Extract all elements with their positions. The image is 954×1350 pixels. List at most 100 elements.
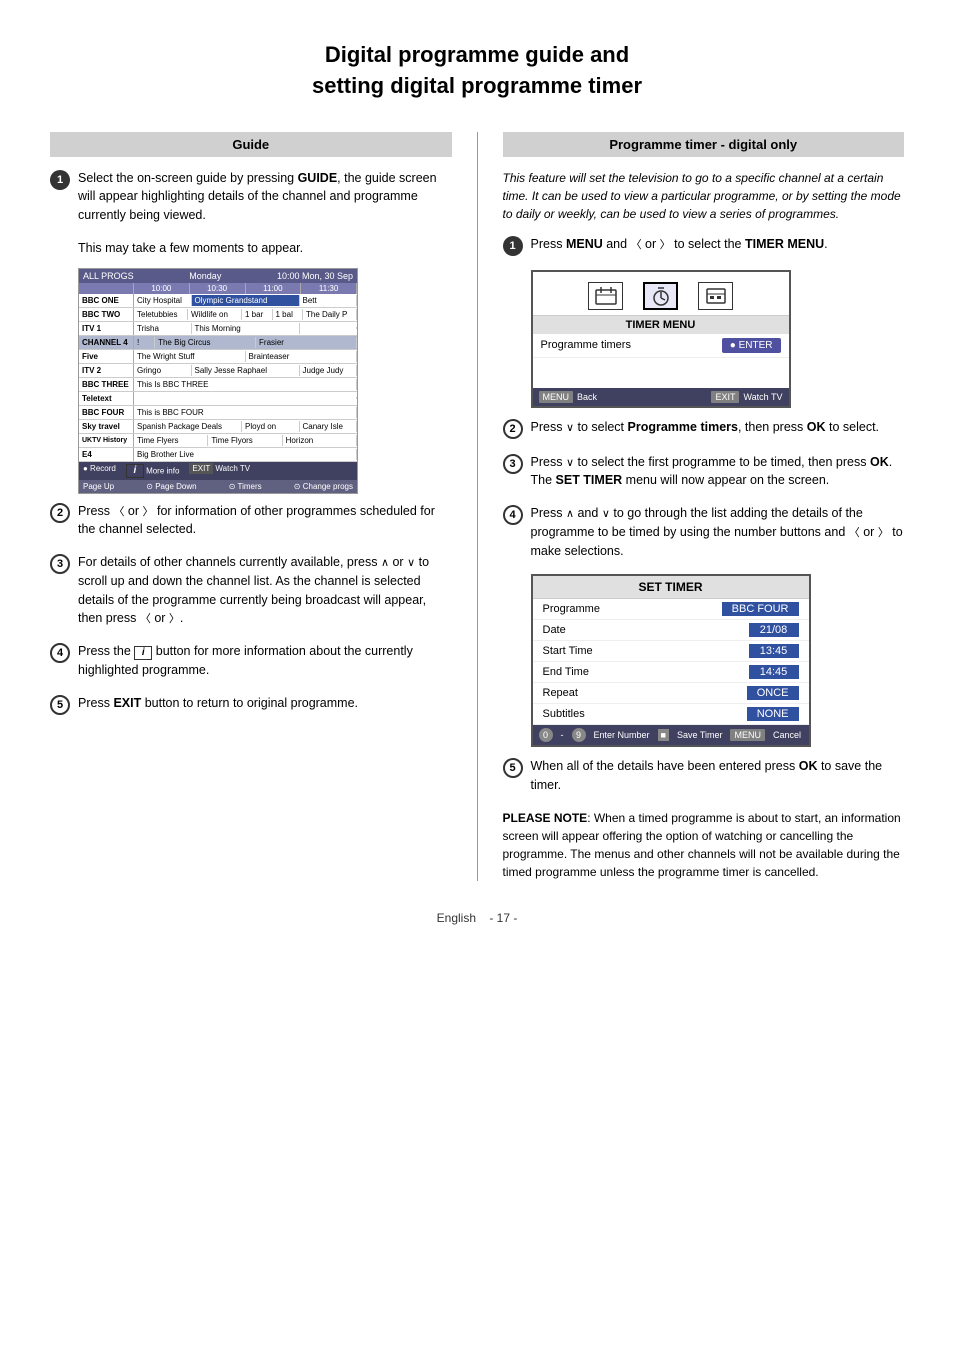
- timer-step-4-content: Press ∧ and ∨ to go through the list add…: [531, 504, 905, 560]
- guide-progs-sky-travel: Spanish Package Deals Ployd on Canary Is…: [134, 420, 357, 433]
- guide-progs-itv1: Trisha This Morning: [134, 322, 357, 335]
- timer-menu-icons: [533, 272, 789, 316]
- guide-prog: City Hospital: [134, 295, 192, 306]
- timer-menu-screenshot: TIMER MENU Programme timers ● ENTER MENU…: [531, 270, 791, 408]
- timer-step-5: 5 When all of the details have been ente…: [503, 757, 905, 795]
- guide-ch-uktv-history: UKTV History: [79, 434, 134, 447]
- menu-cancel-btn: MENU: [730, 729, 765, 741]
- guide-row-itv1: ITV 1 Trisha This Morning: [79, 322, 357, 336]
- guide-prog: Sally Jesse Raphael: [192, 365, 300, 376]
- guide-prog: This is BBC FOUR: [134, 407, 357, 418]
- guide-ch-bbc-four: BBC FOUR: [79, 406, 134, 419]
- guide-changeprogs: ⊙ Change progs: [294, 482, 353, 491]
- chevron-left-sym: 〈: [113, 506, 124, 518]
- guide-prog: Frasier: [256, 337, 357, 348]
- guide-ch-itv2: ITV 2: [79, 364, 134, 377]
- set-timer-row-repeat: Repeat ONCE: [533, 683, 809, 704]
- save-timer-label: Save Timer: [677, 730, 723, 740]
- guide-step-1-indent: This may take a few moments to appear.: [50, 239, 452, 258]
- set-timer-date-value: 21/08: [749, 623, 799, 637]
- guide-progs-e4: Big Brother Live: [134, 448, 357, 461]
- set-timer-starttime-value: 13:45: [749, 644, 799, 658]
- guide-prog: Teletubbies: [134, 309, 188, 320]
- guide-progs-channel4: ! The Big Circus Frasier: [134, 336, 357, 349]
- guide-prog: 1 bal: [273, 309, 304, 320]
- guide-prog: This Is BBC THREE: [134, 379, 357, 390]
- guide-progs-teletext: [134, 392, 357, 405]
- guide-time-2: 10:30: [190, 283, 246, 294]
- guide-ch-col-header: [79, 283, 134, 294]
- guide-step-2: 2 Press 〈 or 〉 for information of other …: [50, 502, 452, 540]
- set-timer-row-date: Date 21/08: [533, 620, 809, 641]
- set-timer-date-label: Date: [543, 624, 566, 636]
- timer-step-5-content: When all of the details have been entere…: [531, 757, 905, 795]
- timer-step-1-num: 1: [503, 236, 523, 256]
- guide-prog: Bett: [300, 295, 358, 306]
- timer-footer-watch-label: Watch TV: [743, 392, 782, 402]
- chevron-left-timer-4: 〈: [849, 527, 860, 539]
- guide-step-3: 3 For details of other channels currentl…: [50, 553, 452, 628]
- timer-step-5-num: 5: [503, 758, 523, 778]
- set-timer-footer: 0 - 9 Enter Number ■ Save Timer MENU Can…: [533, 725, 809, 745]
- chevron-right-sym: 〉: [143, 506, 154, 518]
- set-timer-endtime-value: 14:45: [749, 665, 799, 679]
- timer-icon-3: [698, 282, 733, 310]
- guide-prog: Big Brother Live: [134, 449, 357, 460]
- timer-step-4-num: 4: [503, 505, 523, 525]
- timer-menu-footer: MENU Back EXIT Watch TV: [533, 388, 789, 406]
- exit-btn-label: EXIT: [711, 391, 739, 403]
- guide-row-bbc-two: BBC TWO Teletubbies Wildlife on 1 bar 1 …: [79, 308, 357, 322]
- set-timer-row-endtime: End Time 14:45: [533, 662, 809, 683]
- column-divider: [477, 132, 478, 881]
- step-1-content: Select the on-screen guide by pressing G…: [78, 169, 452, 225]
- guide-ch-bbc-one: BBC ONE: [79, 294, 134, 307]
- guide-time-1: 10:00: [134, 283, 190, 294]
- set-timer-row-subtitles: Subtitles NONE: [533, 704, 809, 725]
- guide-prog: Trisha: [134, 323, 192, 334]
- guide-row-e4: E4 Big Brother Live: [79, 448, 357, 462]
- set-timer-endtime-label: End Time: [543, 666, 589, 678]
- guide-ch-teletext: Teletext: [79, 392, 134, 405]
- timer-step-3-num: 3: [503, 454, 523, 474]
- set-timer-subtitles-label: Subtitles: [543, 708, 585, 720]
- set-timer-row-starttime: Start Time 13:45: [533, 641, 809, 662]
- guide-date: Monday: [189, 271, 221, 281]
- guide-prog: Gringo: [134, 365, 192, 376]
- guide-prog: Canary Isle: [300, 421, 358, 432]
- guide-row-channel4: CHANNEL 4 ! The Big Circus Frasier: [79, 336, 357, 350]
- info-icon: i: [126, 464, 144, 478]
- chevron-left-timer: 〈: [631, 239, 642, 251]
- chevron-up-timer-4: ∧: [566, 508, 574, 520]
- guide-moreinfo-btn: i More info: [126, 464, 180, 478]
- guide-ch-bbc-three: BBC THREE: [79, 378, 134, 391]
- footer-lang: English: [437, 911, 476, 925]
- step-3-content: For details of other channels currently …: [78, 553, 452, 628]
- guide-row-bbc-three: BBC THREE This Is BBC THREE: [79, 378, 357, 392]
- guide-pagedown: ⊙ Page Down: [146, 482, 196, 491]
- guide-progs-bbc-one: City Hospital Olympic Grandstand Bett: [134, 294, 357, 307]
- menu-btn-label: MENU: [539, 391, 574, 403]
- chevron-right-timer: 〉: [660, 239, 671, 251]
- step-1-num: 1: [50, 170, 70, 190]
- set-timer-subtitles-value: NONE: [747, 707, 799, 721]
- timer-icon-1-svg: [594, 286, 618, 306]
- guide-row-teletext: Teletext: [79, 392, 357, 406]
- guide-time-display: 10:00 Mon, 30 Sep: [277, 271, 353, 281]
- guide-step-4: 4 Press the i button for more informatio…: [50, 642, 452, 680]
- guide-pageup: Page Up: [83, 482, 114, 491]
- set-timer-repeat-label: Repeat: [543, 687, 578, 699]
- guide-prog: Judge Judy: [300, 365, 358, 376]
- timer-footer-menu: MENU Back: [539, 391, 598, 403]
- chevron-right-timer-4: 〉: [878, 527, 889, 539]
- chevron-up-sym: ∧: [381, 557, 389, 569]
- step-2-num: 2: [50, 503, 70, 523]
- chevron-down-timer-2: ∨: [566, 422, 574, 434]
- timer-step-1-content: Press MENU and 〈 or 〉 to select the TIME…: [531, 235, 905, 254]
- set-timer-title: SET TIMER: [533, 576, 809, 599]
- guide-prog: Brainteaser: [246, 351, 358, 362]
- timer-menu-programme-timers: Programme timers ● ENTER: [533, 334, 789, 358]
- timer-footer-back-label: Back: [577, 392, 597, 402]
- timer-menu-spacer: [533, 358, 789, 388]
- step-2-content: Press 〈 or 〉 for information of other pr…: [78, 502, 452, 540]
- guide-prog: Olympic Grandstand: [192, 295, 300, 306]
